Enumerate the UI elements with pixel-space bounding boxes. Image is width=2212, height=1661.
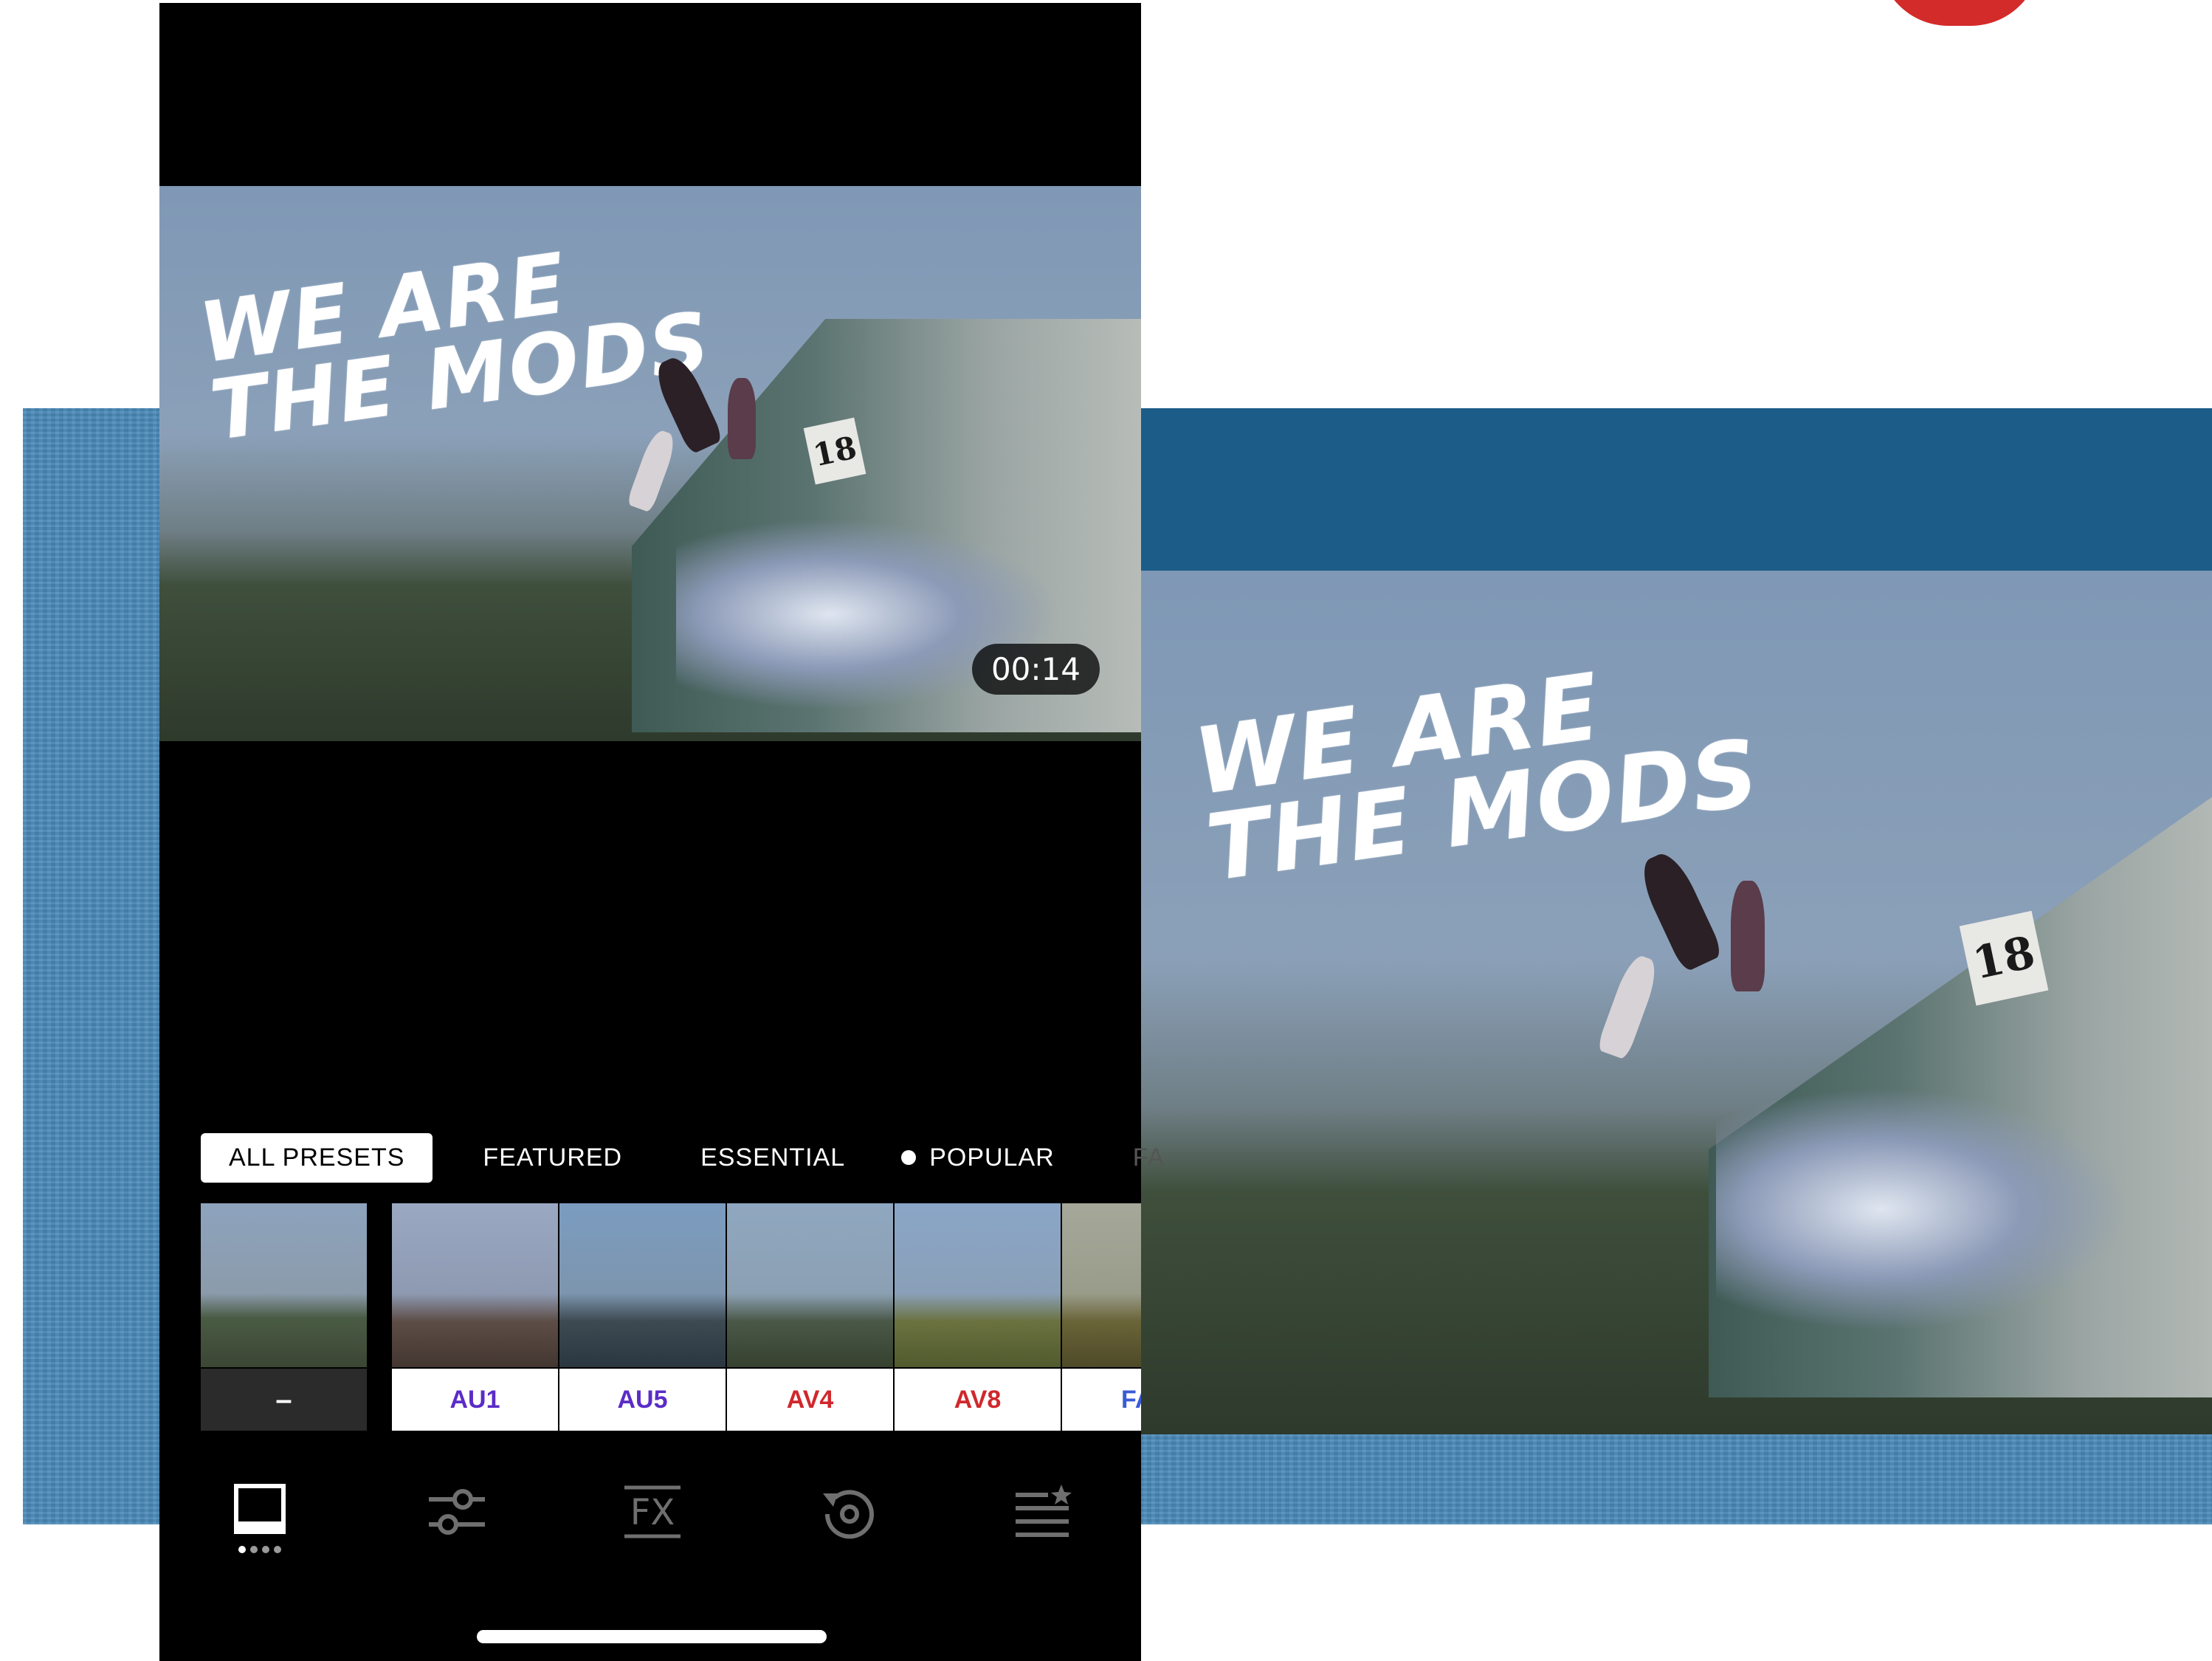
- phone-screen: 18 WE ARE THE MODS 00:14 ALL PRESETS FEA…: [159, 3, 1164, 1661]
- preset-label: AV8: [895, 1369, 1061, 1431]
- preset-av4[interactable]: AV4: [727, 1203, 893, 1431]
- preset-label: FA: [1062, 1369, 1141, 1431]
- tab-label: POPULAR: [929, 1143, 1055, 1172]
- preset-label: AU5: [559, 1369, 726, 1431]
- indicator-dot-icon: [901, 1150, 917, 1165]
- preset-au5[interactable]: AU5: [559, 1203, 726, 1431]
- preset-au1[interactable]: AU1: [392, 1203, 558, 1431]
- tab-all-presets[interactable]: ALL PRESETS: [201, 1132, 433, 1183]
- video-timestamp: 00:14: [971, 644, 1100, 695]
- large-video-frame: 18 WE ARE THE MODS: [1140, 571, 2212, 1434]
- preset-label: AU1: [392, 1369, 558, 1431]
- fx-icon: FX: [624, 1485, 681, 1538]
- fx-label: FX: [630, 1492, 675, 1533]
- preset-label: AV4: [727, 1369, 893, 1431]
- tab-popular[interactable]: POPULAR: [873, 1133, 1083, 1183]
- preset-thumbnail: [1062, 1203, 1141, 1367]
- video-preview[interactable]: 18 WE ARE THE MODS 00:14: [159, 186, 1141, 741]
- favorites-tool-button[interactable]: [1013, 1483, 1072, 1550]
- preset-thumbnail: [895, 1203, 1061, 1367]
- presets-tool-button[interactable]: [230, 1483, 289, 1553]
- presets-icon: [234, 1484, 286, 1553]
- tab-label: ESSENTIAL: [700, 1143, 846, 1172]
- tab-label: FA: [1132, 1143, 1165, 1172]
- preset-thumbnail: [727, 1203, 893, 1367]
- tab-partial[interactable]: FA: [1105, 1133, 1193, 1183]
- favorites-icon: [1016, 1485, 1072, 1537]
- preset-label: –: [201, 1369, 367, 1431]
- home-indicator[interactable]: [477, 1630, 827, 1643]
- fx-tool-button[interactable]: FX: [621, 1483, 681, 1550]
- preset-category-tabs: ALL PRESETS FEATURED ESSENTIAL POPULAR F…: [201, 1131, 1193, 1184]
- bottom-toolbar: FX: [201, 1472, 1101, 1561]
- preset-strip: – AU1 AU5 AV4 AV8 FA: [201, 1203, 1141, 1431]
- tab-essential[interactable]: ESSENTIAL: [672, 1133, 873, 1183]
- preset-av8[interactable]: AV8: [895, 1203, 1061, 1431]
- brand-logo-fragment: [1878, 0, 2041, 26]
- tab-label: FEATURED: [483, 1143, 623, 1172]
- tab-featured[interactable]: FEATURED: [455, 1133, 650, 1183]
- preset-partial[interactable]: FA: [1062, 1203, 1141, 1431]
- preset-thumbnail: [559, 1203, 726, 1367]
- adjust-tool-button[interactable]: [426, 1483, 485, 1550]
- adjust-sliders-icon: [429, 1489, 485, 1535]
- preset-none[interactable]: –: [201, 1203, 367, 1431]
- history-tool-button[interactable]: [817, 1483, 876, 1550]
- background-band-dark: [1140, 408, 2212, 571]
- preset-thumbnail: [201, 1203, 367, 1367]
- preset-thumbnail: [392, 1203, 558, 1367]
- history-icon: [823, 1490, 874, 1539]
- tab-label: ALL PRESETS: [229, 1143, 405, 1172]
